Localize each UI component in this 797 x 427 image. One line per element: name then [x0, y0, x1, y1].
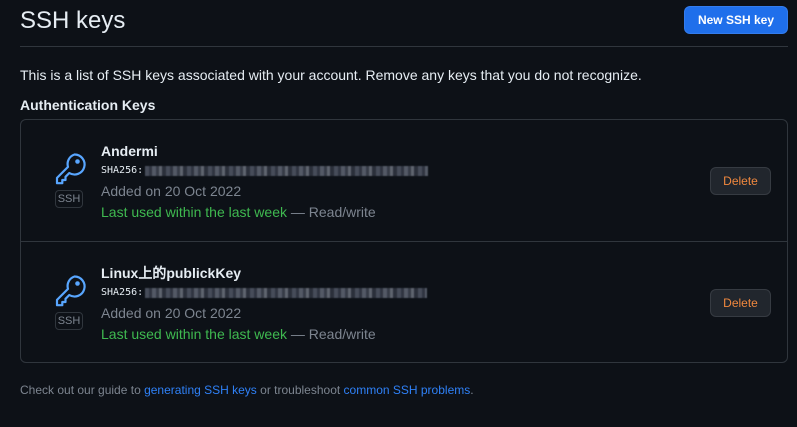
ssh-keys-page: SSH keys New SSH key This is a list of S… — [0, 0, 797, 427]
key-icon-group: SSH — [52, 152, 90, 208]
key-icon — [55, 275, 86, 307]
ssh-keys-list: SSH Andermi SHA256: Added on 20 Oct 2022… — [20, 119, 788, 363]
key-added-date: Added on 20 Oct 2022 — [101, 305, 242, 321]
delete-key-button[interactable]: Delete — [710, 289, 771, 317]
ssh-badge: SSH — [55, 312, 83, 330]
key-name: Linux上的publickKey — [101, 265, 242, 281]
key-icon — [55, 153, 86, 185]
fingerprint-redacted — [145, 288, 428, 298]
key-icon-group: SSH — [52, 274, 90, 330]
key-fingerprint: SHA256: — [101, 286, 428, 300]
key-info: Andermi SHA256: Added on 20 Oct 2022 Las… — [101, 142, 429, 221]
ssh-key-item: SSH Linux上的publickKey SHA256: Added on 2… — [21, 242, 787, 363]
ssh-badge: SSH — [55, 190, 83, 208]
new-ssh-key-button[interactable]: New SSH key — [683, 6, 788, 34]
fingerprint-label: SHA256: — [101, 165, 144, 176]
footer-note: Check out our guide to generating SSH ke… — [20, 382, 474, 398]
key-fingerprint: SHA256: — [101, 164, 429, 178]
section-title: Authentication Keys — [20, 97, 156, 113]
page-header: SSH keys New SSH key — [20, 0, 788, 47]
footer-prefix: Check out our guide to — [20, 383, 145, 397]
fingerprint-redacted — [145, 166, 429, 176]
generating-ssh-keys-link[interactable]: generating SSH keys — [144, 383, 257, 397]
common-ssh-problems-link[interactable]: common SSH problems — [344, 383, 471, 397]
ssh-key-item: SSH Andermi SHA256: Added on 20 Oct 2022… — [21, 120, 787, 242]
last-used-text: Last used within the last week — [101, 326, 287, 342]
delete-key-button[interactable]: Delete — [710, 167, 771, 195]
last-used-text: Last used within the last week — [101, 204, 287, 220]
key-info: Linux上的publickKey SHA256: Added on 20 Oc… — [101, 264, 428, 343]
page-title: SSH keys — [20, 7, 126, 34]
footer-suffix: . — [470, 383, 474, 397]
key-usage: Last used within the last week — Read/wr… — [101, 325, 427, 343]
key-usage: Last used within the last week — Read/wr… — [101, 203, 428, 221]
access-level: — Read/write — [287, 326, 376, 342]
key-name: Andermi — [101, 143, 158, 159]
intro-text: This is a list of SSH keys associated wi… — [20, 67, 642, 83]
access-level: — Read/write — [287, 204, 376, 220]
fingerprint-label: SHA256: — [101, 287, 144, 298]
key-added-date: Added on 20 Oct 2022 — [101, 183, 242, 199]
footer-middle: or troubleshoot — [256, 383, 344, 397]
